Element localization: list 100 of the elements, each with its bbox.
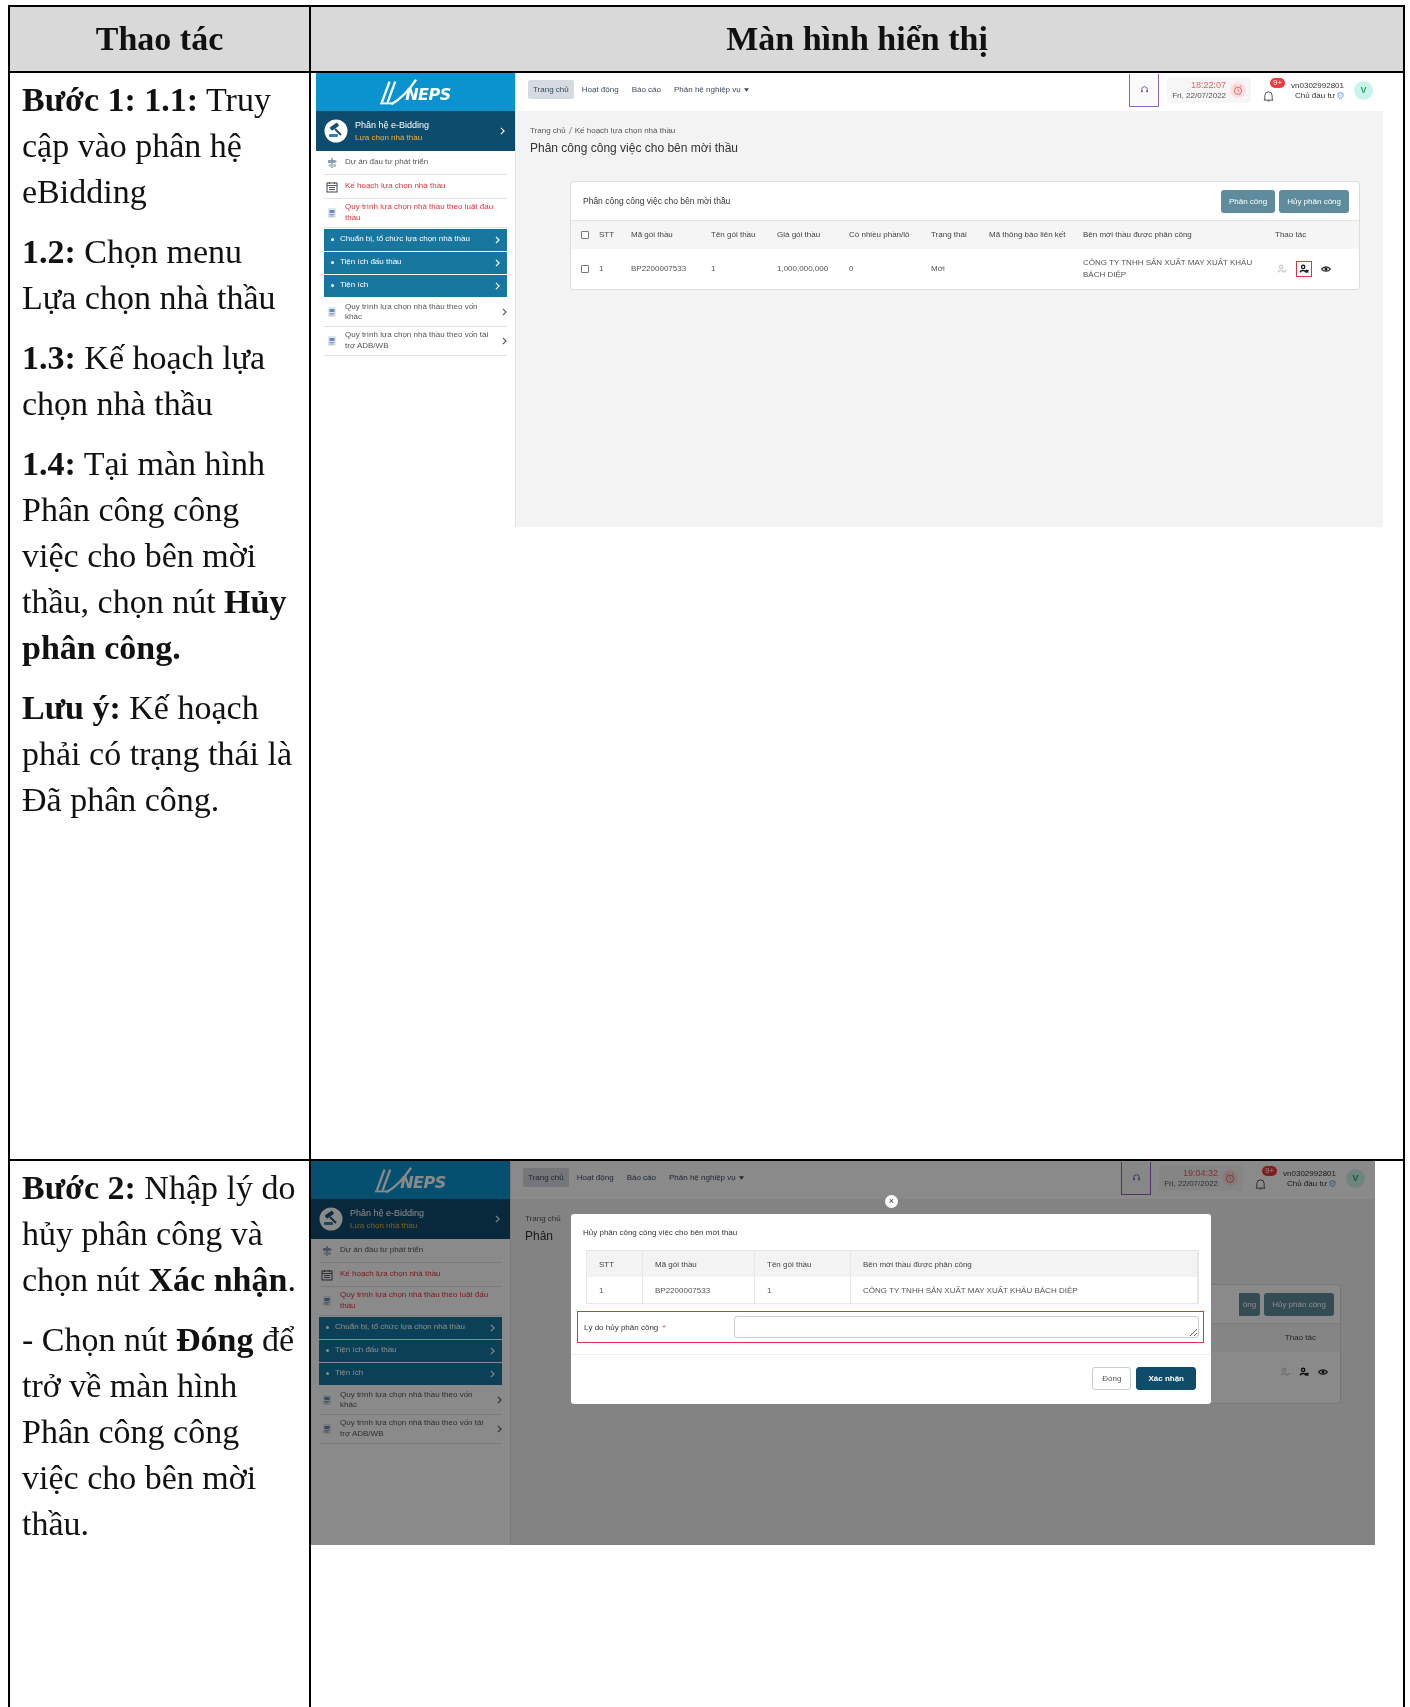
user-avatar[interactable]: V	[1354, 80, 1373, 100]
breadcrumb-link[interactable]: Trang chủ	[525, 1214, 561, 1223]
clock-time: 19:04:32	[1183, 1168, 1219, 1178]
column-header: Mã gói thầu	[643, 1251, 755, 1277]
nav-link[interactable]: Hoạt động	[576, 80, 624, 99]
bullet-icon	[326, 1372, 329, 1376]
column-header: Thao tác	[1275, 229, 1308, 241]
submenu-item[interactable]: Tiện ích	[324, 274, 507, 297]
instruction-text: 1.3: Kế hoạch lựa chọn nhà thầu	[22, 338, 267, 424]
signpost-icon	[326, 156, 338, 169]
instruction-text: 1.4: Tại màn hình Phân công công việc cho bên mời thầu, chọn nút Hủy phân công.	[22, 444, 288, 668]
sidebar-item[interactable]: Dự án đầu tư phát triển	[324, 151, 507, 175]
chevron-icon	[490, 1346, 495, 1355]
nav-link[interactable]: Phân hệ nghiệp vụ	[664, 1168, 749, 1187]
table-cell-text: 0	[849, 263, 855, 275]
bullet-icon	[331, 284, 334, 288]
chevron-icon	[500, 127, 505, 135]
support-button[interactable]	[1121, 1161, 1152, 1195]
document-icon	[326, 306, 338, 319]
sidebar-item[interactable]: Quy trình lựa chọn nhà thầu theo vốn tài trợ ADB/WB	[319, 1415, 502, 1444]
document-icon	[321, 1394, 333, 1407]
submenu-item[interactable]: Tiện ích đấu thầu	[324, 251, 507, 274]
table-cell-text: 1	[711, 263, 717, 275]
table-cell: BP2200007533	[643, 1277, 755, 1303]
chevron-icon	[490, 1369, 495, 1378]
sidebar-item[interactable]: Quy trình lựa chọn nhà thầu theo luật đấu thầu	[319, 1287, 502, 1316]
submenu-item[interactable]: Tiện ích	[319, 1362, 502, 1385]
sidebar-item[interactable]: Quy trình lựa chọn nhà thầu theo vốn khác	[319, 1386, 502, 1416]
calendar-icon	[326, 180, 338, 193]
user-name: vn0302992801	[1291, 80, 1344, 90]
neps-logo[interactable]: NEPS	[311, 1161, 510, 1199]
sidebar-item[interactable]: Quy trình lựa chọn nhà thầu theo vốn tài trợ ADB/WB	[324, 327, 507, 356]
column-header: STT	[587, 1251, 643, 1277]
shield-icon	[1337, 91, 1344, 99]
eye-icon[interactable]	[1321, 264, 1331, 274]
breadcrumb-link[interactable]: Kế hoạch lựa chọn nhà thầu	[574, 126, 676, 135]
module-subtitle: Lựa chọn nhà thầu	[355, 133, 424, 142]
headset-icon	[1131, 1173, 1141, 1182]
table-cell-text: Mới	[931, 263, 946, 275]
confirm-button[interactable]: Xác nhận	[1136, 1367, 1196, 1390]
nav-link[interactable]: Phân hệ nghiệp vụ	[669, 80, 754, 99]
signpost-icon	[321, 1244, 333, 1257]
bullet-icon	[326, 1349, 329, 1353]
nav-link[interactable]: Báo cáo	[621, 1168, 661, 1187]
chevron-icon	[495, 281, 500, 290]
submenu-item[interactable]: Chuẩn bị, tổ chức lựa chọn nhà thầu	[324, 228, 507, 251]
chevron-icon	[495, 1215, 500, 1223]
column-header: Bên mời thầu được phân công	[1083, 229, 1193, 241]
sidebar-item[interactable]: Dự án đầu tư phát triển	[319, 1239, 502, 1263]
user-role: Chủ đầu tư	[1286, 1178, 1327, 1188]
instruction-text: Bước 1: 1.1: Truy cập vào phân hệ eBidding	[22, 80, 272, 212]
sidebar-item[interactable]: Quy trình lựa chọn nhà thầu theo luật đấu thầu	[324, 199, 507, 228]
sidebar-item[interactable]: Kế hoạch lựa chọn nhà thầu	[324, 175, 507, 199]
column-header: Thao tác	[10, 7, 311, 73]
submenu-item[interactable]: Chuẩn bị, tổ chức lựa chọn nhà thầu	[319, 1316, 502, 1339]
breadcrumb-link[interactable]: Trang chủ	[530, 126, 566, 135]
column-header: Giá gói thầu	[777, 229, 822, 241]
bell-icon[interactable]	[1263, 90, 1275, 102]
table-cell-text: BP2200007533	[631, 263, 688, 275]
field-label: Lý do hủy phân công *	[584, 1322, 667, 1332]
calendar-icon	[321, 1268, 333, 1281]
nav-link[interactable]: Trang chủ	[528, 80, 574, 99]
table-cell: 1	[755, 1277, 851, 1303]
module-header[interactable]: Phân hệ e-Bidding Lựa chọn nhà thầu	[311, 1199, 510, 1239]
checkbox[interactable]	[581, 265, 589, 273]
document-icon	[321, 1423, 333, 1435]
page-title: Phân công công việc cho bên mời thầu	[530, 141, 739, 155]
neps-logo[interactable]: NEPS	[316, 73, 515, 111]
module-title: Phân hệ e-Bidding	[355, 120, 431, 130]
document-icon	[321, 1294, 333, 1307]
reason-field[interactable]	[734, 1316, 1199, 1338]
chevron-icon	[497, 1425, 502, 1433]
document-icon	[326, 206, 338, 219]
sidebar-item[interactable]: Kế hoạch lựa chọn nhà thầu	[319, 1263, 502, 1287]
column-header: Trạng thái	[931, 229, 968, 241]
alarm-clock-icon[interactable]	[1230, 82, 1247, 98]
shield-icon	[1329, 1179, 1336, 1187]
nav-link[interactable]: Trang chủ	[523, 1168, 569, 1187]
checkbox[interactable]	[581, 231, 589, 239]
sidebar-item[interactable]: Quy trình lựa chọn nhà thầu theo vốn khác	[324, 298, 507, 328]
action-button[interactable]: ông	[1238, 1292, 1261, 1316]
column-header: Bên mời thầu được phân công	[851, 1251, 1198, 1277]
close-button[interactable]: Đóng	[1092, 1367, 1132, 1390]
user-name: vn0302992801	[1283, 1168, 1336, 1178]
column-header: Thao tác	[1284, 1332, 1316, 1344]
action-button[interactable]: Hủy phân công	[1264, 1292, 1334, 1316]
nav-link[interactable]: Hoạt động	[571, 1168, 619, 1187]
bell-icon[interactable]	[1255, 1178, 1267, 1190]
chevron-icon	[495, 258, 500, 267]
headset-icon	[1139, 85, 1149, 94]
action-button[interactable]: Phân công	[1220, 189, 1276, 213]
action-button[interactable]: Hủy phân công	[1279, 189, 1349, 213]
column-header: Mã gói thầu	[631, 229, 674, 241]
chevron-icon	[502, 337, 507, 345]
card-title: Phân công công việc cho bên mời thầu	[583, 196, 732, 206]
module-header[interactable]: Phân hệ e-Bidding Lựa chọn nhà thầu	[316, 111, 515, 151]
support-button[interactable]	[1129, 73, 1160, 107]
nav-link[interactable]: Báo cáo	[626, 80, 666, 99]
submenu-item[interactable]: Tiện ích đấu thầu	[319, 1339, 502, 1362]
gavel-icon	[319, 1207, 343, 1231]
